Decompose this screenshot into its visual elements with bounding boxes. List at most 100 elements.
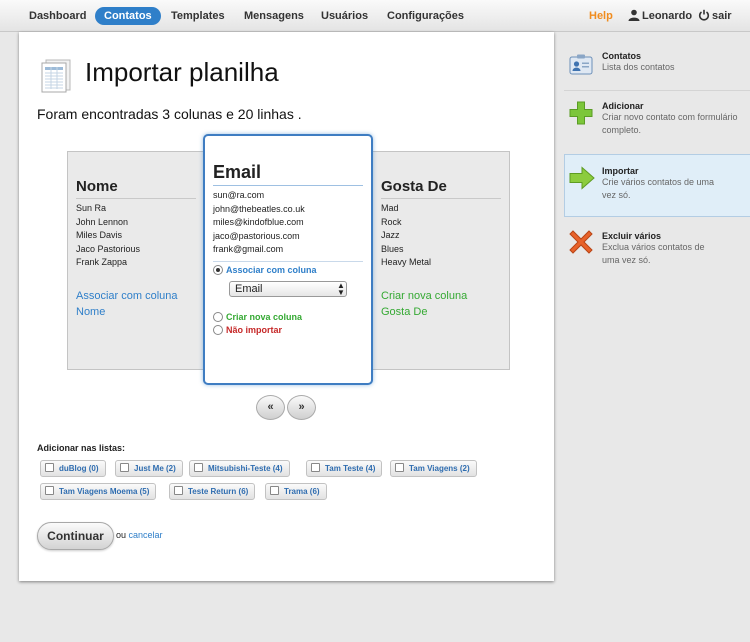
list-chip[interactable]: Tam Teste (4) [306, 460, 383, 477]
top-navigation: Dashboard Contatos Templates Mensagens U… [0, 0, 750, 32]
column-select[interactable]: Email ▲ ▼ [229, 280, 347, 297]
sidebar-text: Adicionar Criar novo contato com formulá… [602, 101, 747, 137]
checkbox[interactable] [45, 463, 54, 472]
sidebar-item-desc: Crie vários contatos de uma vez só. [602, 177, 715, 200]
sidebar-text: Importar Crie vários contatos de uma vez… [602, 166, 727, 202]
list-chip-label: Teste Return (6) [188, 487, 249, 496]
column-rows: sun@ra.com john@thebeatles.co.uk miles@k… [213, 189, 371, 257]
list-chip[interactable]: Just Me (2) [115, 460, 183, 477]
column-mapping-link[interactable]: Associar com coluna Nome [76, 288, 196, 320]
radio-label: Não importar [226, 324, 283, 335]
mapping-target: Gosta De [381, 305, 428, 318]
nav-item-configuracoes[interactable]: Configurações [378, 7, 473, 25]
nav-item-contatos[interactable]: Contatos [95, 7, 161, 25]
mapping-action: Criar nova coluna [381, 289, 468, 302]
radio-do-not-import[interactable]: Não importar [213, 324, 371, 337]
checkbox[interactable] [311, 463, 320, 472]
checkbox[interactable] [270, 486, 279, 495]
checkbox[interactable] [120, 463, 129, 472]
list-chip-label: Mitsubishi-Teste (4) [208, 464, 283, 473]
column-cell: Heavy Metal [381, 257, 432, 267]
sidebar-item-title: Importar [602, 166, 639, 176]
cancel-row: ou cancelar [116, 530, 163, 540]
list-chip[interactable]: Trama (6) [265, 483, 327, 500]
sidebar-item-title: Contatos [602, 51, 641, 61]
sidebar-item-title: Adicionar [602, 101, 644, 111]
radio-associate-column[interactable]: Associar com coluna [213, 264, 371, 277]
checkbox[interactable] [45, 486, 54, 495]
main-panel: Importar planilha Foram encontradas 3 co… [19, 32, 554, 581]
column-cell: Sun Ra [76, 203, 107, 213]
column-cell: Jaco Pastorious [76, 243, 141, 254]
column-cell: frank@gmail.com [213, 244, 284, 254]
list-chip[interactable]: Teste Return (6) [169, 483, 256, 500]
column-cell: Mad [381, 203, 399, 213]
logout-link[interactable]: sair [689, 7, 741, 25]
page-title: Importar planilha [85, 57, 279, 87]
divider [213, 260, 363, 262]
column-cell: sun@ra.com [213, 190, 265, 200]
checkbox[interactable] [194, 463, 203, 472]
list-chip[interactable]: Tam Viagens (2) [390, 460, 477, 477]
checkbox[interactable] [395, 463, 404, 472]
column-cell: Frank Zappa [76, 257, 128, 267]
column-cell: Jazz [381, 230, 400, 240]
plus-icon [569, 101, 593, 125]
list-chip-label: Trama (6) [284, 487, 320, 496]
radio-label: Associar com coluna [226, 264, 317, 275]
divider [564, 90, 750, 91]
column-rows: Sun Ra John Lennon Miles Davis Jaco Past… [76, 202, 196, 270]
found-summary: Foram encontradas 3 colunas e 20 linhas … [37, 106, 302, 122]
column-title: Nome [76, 178, 196, 199]
column-cell: Rock [381, 216, 402, 227]
sidebar-item-desc: Exclua vários contatos de uma vez só. [602, 242, 705, 265]
sidebar-item-adicionar[interactable]: Adicionar Criar novo contato com formulá… [564, 95, 750, 147]
select-value: Email [235, 282, 263, 295]
sidebar-text: Excluir vários Exclua vários contatos de… [602, 231, 717, 267]
x-icon [569, 230, 593, 254]
sidebar-item-importar[interactable]: Importar Crie vários contatos de uma vez… [564, 154, 750, 217]
list-chip-label: Just Me (2) [134, 464, 176, 473]
arrow-right-icon [569, 166, 595, 190]
nav-item-mensagens[interactable]: Mensagens [235, 7, 313, 25]
lists-label: Adicionar nas listas: [37, 443, 126, 453]
column-gosta-de: Gosta De Mad Rock Jazz Blues Heavy Metal… [381, 178, 501, 320]
checkbox[interactable] [174, 486, 183, 495]
list-chip[interactable]: duBlog (0) [40, 460, 106, 477]
column-cell: jaco@pastorious.com [213, 230, 300, 241]
list-chip-label: Tam Teste (4) [325, 464, 376, 473]
list-chip[interactable]: Mitsubishi-Teste (4) [189, 460, 290, 477]
sidebar-text: Contatos Lista dos contatos [602, 51, 675, 74]
user-name: Leonardo [642, 10, 693, 22]
radio-button[interactable] [213, 311, 223, 322]
column-cell: Blues [381, 243, 404, 254]
column-title: Email [213, 162, 363, 186]
spreadsheet-icon [41, 59, 71, 93]
radio-button[interactable] [213, 324, 223, 335]
list-chip[interactable]: Tam Viagens Moema (5) [40, 483, 157, 500]
column-nome: Nome Sun Ra John Lennon Miles Davis Jaco… [76, 178, 196, 320]
cancel-link[interactable]: cancelar [129, 530, 163, 540]
next-column-button[interactable]: » [287, 395, 316, 420]
list-chip-label: duBlog (0) [59, 464, 99, 473]
select-arrows-icon: ▲ ▼ [337, 280, 345, 297]
sidebar-item-excluir-varios[interactable]: Excluir vários Exclua vários contatos de… [564, 225, 750, 277]
continue-button[interactable]: Continuar [37, 522, 114, 550]
column-cell: john@thebeatles.co.uk [213, 203, 305, 214]
nav-item-templates[interactable]: Templates [162, 7, 234, 25]
column-mapping-link[interactable]: Criar nova coluna Gosta De [381, 288, 501, 320]
radio-button-checked[interactable] [213, 264, 223, 275]
nav-item-usuarios[interactable]: Usuários [312, 7, 377, 25]
nav-item-dashboard[interactable]: Dashboard [20, 7, 95, 25]
logout-label: sair [712, 10, 732, 22]
help-link[interactable]: Help [580, 7, 622, 25]
mapping-target: Nome [76, 305, 106, 318]
sidebar-item-contatos[interactable]: Contatos Lista dos contatos [564, 45, 750, 89]
sidebar-item-desc: Criar novo contato com formulário comple… [602, 112, 738, 135]
user-icon [628, 9, 640, 21]
column-email-selected[interactable]: Email sun@ra.com john@thebeatles.co.uk m… [203, 134, 373, 385]
or-text: ou [116, 530, 127, 540]
radio-create-column[interactable]: Criar nova coluna [213, 311, 371, 324]
column-rows: Mad Rock Jazz Blues Heavy Metal [381, 202, 501, 270]
previous-column-button[interactable]: « [256, 395, 285, 420]
